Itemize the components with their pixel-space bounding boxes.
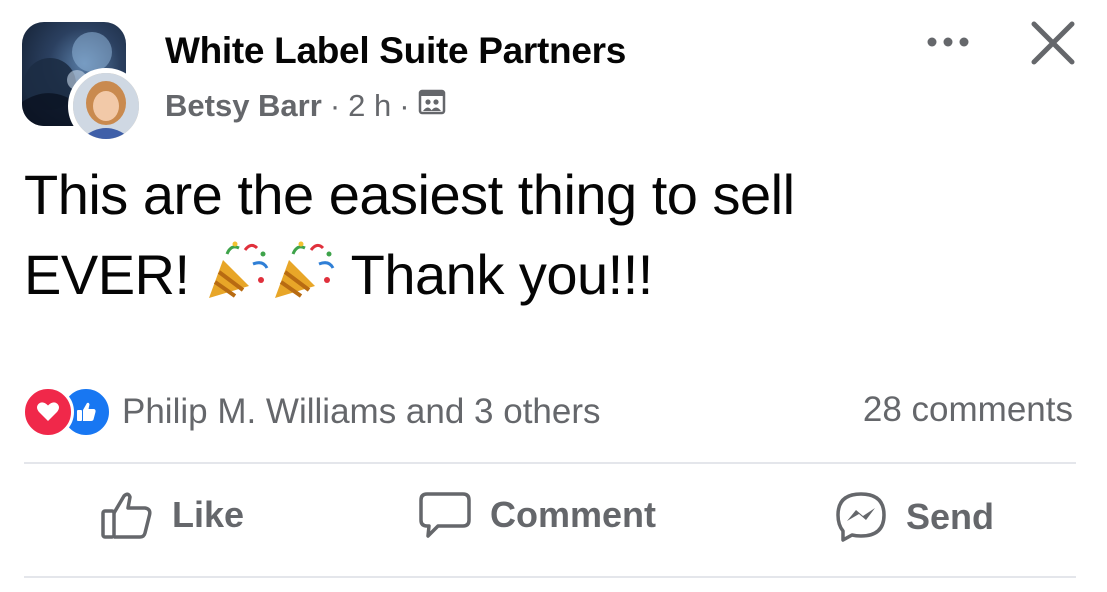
post-avatars[interactable] (22, 22, 144, 144)
like-label: Like (172, 494, 245, 535)
post-body: This are the easiest thing to sell EVER! (24, 155, 1074, 315)
author-name-link[interactable]: Betsy Barr (165, 88, 322, 124)
divider (24, 576, 1076, 578)
party-popper-emoji (271, 240, 337, 302)
meta-separator: · (329, 88, 341, 123)
party-popper-emoji (205, 240, 271, 302)
post-text-line-2: EVER! Thank you!!! (24, 235, 1074, 315)
feed-post: White Label Suite Partners Betsy Barr · … (0, 0, 1107, 592)
post-meta: Betsy Barr · 2 h · (165, 88, 446, 124)
messenger-icon (834, 490, 888, 544)
like-button[interactable]: Like (100, 490, 244, 540)
speech-bubble-icon (418, 490, 472, 540)
group-name-link[interactable]: White Label Suite Partners (165, 30, 626, 72)
comment-label: Comment (490, 494, 657, 535)
send-label: Send (906, 496, 995, 537)
divider (24, 462, 1076, 464)
comments-count-link[interactable]: 28 comments (863, 390, 1073, 430)
love-reaction-icon (22, 386, 74, 438)
post-text-thanks: Thank you!!! (350, 243, 654, 306)
close-icon[interactable] (1026, 16, 1080, 70)
reactors-text[interactable]: Philip M. Williams and 3 others (122, 392, 601, 432)
post-timestamp[interactable]: 2 h (348, 88, 391, 124)
reactions-summary[interactable]: Philip M. Williams and 3 others (22, 386, 601, 438)
more-horizontal-icon[interactable] (922, 30, 974, 54)
post-text-ever: EVER! (24, 243, 190, 306)
group-members-icon (418, 88, 446, 124)
post-text-line-1: This are the easiest thing to sell (24, 163, 795, 226)
author-avatar[interactable] (68, 68, 144, 144)
meta-separator: · (399, 88, 410, 123)
send-button[interactable]: Send (834, 490, 994, 544)
thumbs-up-outline-icon (100, 490, 154, 540)
comment-button[interactable]: Comment (418, 490, 656, 540)
